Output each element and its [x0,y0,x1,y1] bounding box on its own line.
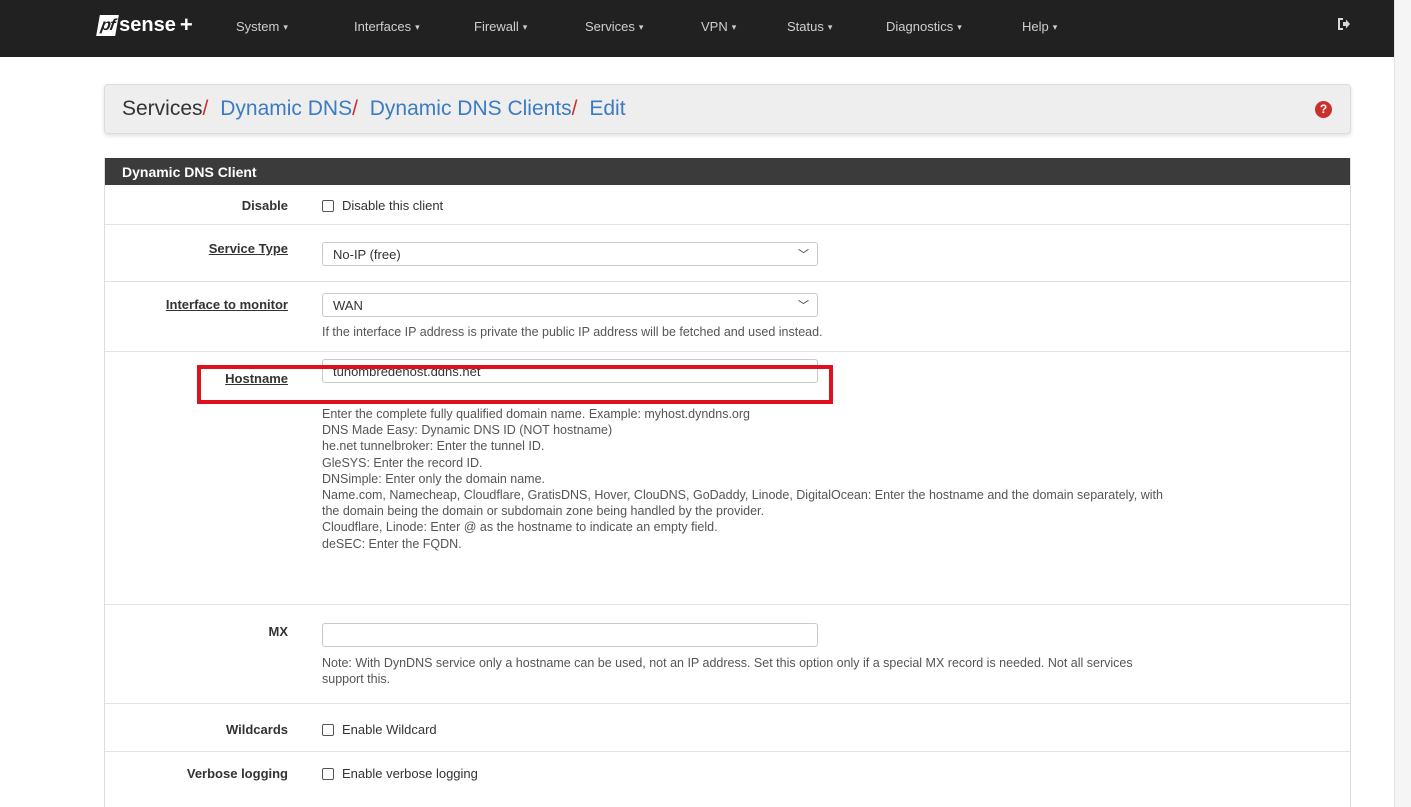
breadcrumb-separator: / [202,97,209,120]
dynamic-dns-client-panel: Dynamic DNS Client Disable Disable this … [104,158,1351,807]
caret-down-icon: ▾ [522,22,528,32]
breadcrumb-dynamic-dns-clients[interactable]: Dynamic DNS Clients [370,97,572,120]
disable-label: Disable [241,198,288,213]
hostname-highlight-box [197,365,833,404]
logo-pf: pf [96,14,119,36]
interface-value: WAN [333,298,363,313]
nav-menu-firewall[interactable]: Firewall ▾ [474,19,527,34]
breadcrumb-bar: Services/ Dynamic DNS/ Dynamic DNS Clien… [104,84,1351,134]
interface-help: If the interface IP address is private t… [322,325,823,339]
help-icon[interactable]: ? [1315,101,1332,118]
page-scrollbar[interactable] [1394,0,1411,807]
caret-down-icon: ▾ [731,22,737,32]
verbose-checkbox-label: Enable verbose logging [342,766,478,781]
nav-menu-label: Diagnostics [886,19,954,34]
chevron-down-icon: ﹀ [798,249,809,261]
breadcrumb-separator: / [571,97,578,120]
help-line: DNSimple: Enter only the domain name. [322,471,546,486]
breadcrumb: Services/ Dynamic DNS/ Dynamic DNS Clien… [122,97,626,121]
interface-select[interactable]: WAN ﹀ [322,293,818,317]
nav-menu-status[interactable]: Status ▾ [787,19,832,34]
wildcards-row: Wildcards Enable Wildcard [105,704,1350,752]
help-line: Name.com, Namecheap, Cloudflare, GratisD… [322,488,1163,503]
nav-menu-label: VPN [701,19,728,34]
nav-menu-label: Interfaces [354,19,412,34]
chevron-down-icon: ﹀ [798,300,809,312]
help-line: the domain being the domain or subdomain… [322,504,764,519]
checkbox-box[interactable] [322,767,334,780]
mx-label: MX [268,624,289,639]
help-line: DNS Made Easy: Dynamic DNS ID (NOT hostn… [322,423,613,438]
service-type-row: Service Type No-IP (free) ﹀ [105,225,1350,282]
caret-down-icon: ▾ [283,22,288,32]
service-type-select[interactable]: No-IP (free) ﹀ [322,242,818,266]
nav-menu-label: Help [1022,19,1049,34]
checkbox-box[interactable] [322,723,334,736]
verbose-checkbox[interactable]: Enable verbose logging [322,766,478,781]
disable-row: Disable Disable this client [105,185,1350,225]
help-line: deSEC: Enter the FQDN. [322,536,462,551]
verbose-label: Verbose logging [186,766,288,781]
help-line: Cloudflare, Linode: Enter @ as the hostn… [322,520,718,535]
breadcrumb-edit[interactable]: Edit [589,97,625,120]
help-line: Enter the complete fully qualified domai… [322,407,751,421]
caret-down-icon: ▾ [1052,22,1058,32]
nav-menu-label: Firewall [474,19,519,34]
nav-menu-label: System [236,19,280,34]
breadcrumb-services: Services [122,97,203,120]
caret-down-icon: ▾ [827,22,833,32]
help-line: support this. [322,672,391,687]
caret-down-icon: ▾ [638,22,644,32]
help-line: Note: With DynDNS service only a hostnam… [322,656,1133,670]
logo-plus: + [179,12,193,37]
mx-help: Note: With DynDNS service only a hostnam… [322,655,1133,687]
nav-menu-services[interactable]: Services ▾ [585,19,643,34]
logo-sense: sense [119,13,176,36]
disable-checkbox-label: Disable this client [342,198,444,213]
interface-row: Interface to monitor WAN ﹀ If the interf… [105,282,1350,352]
top-navbar: pf sense + System ▾ Interfaces ▾ Firewall ▾… [0,0,1394,57]
breadcrumb-separator: / [352,97,358,120]
mx-input[interactable] [322,623,818,647]
panel-heading: Dynamic DNS Client [105,158,1350,185]
nav-menu-diagnostics[interactable]: Diagnostics ▾ [886,19,962,34]
disable-checkbox[interactable]: Disable this client [322,198,443,213]
nav-menu-help[interactable]: Help ▾ [1022,19,1057,34]
wildcards-checkbox[interactable]: Enable Wildcard [322,722,437,737]
nav-menu-vpn[interactable]: VPN ▾ [701,19,736,34]
nav-menu-system[interactable]: System ▾ [236,19,288,34]
sign-out-icon[interactable] [1337,17,1351,35]
nav-menu-interfaces[interactable]: Interfaces ▾ [354,19,420,34]
service-type-label[interactable]: Service Type [209,241,288,256]
interface-label[interactable]: Interface to monitor [166,297,288,312]
nav-menu-label: Status [787,19,824,34]
pfsense-logo[interactable]: pf sense + [96,11,193,39]
help-line: GleSYS: Enter the record ID. [322,455,483,470]
checkbox-box[interactable] [322,199,334,212]
caret-down-icon: ▾ [957,22,962,32]
hostname-help: Enter the complete fully qualified domai… [322,406,1163,552]
nav-menu-label: Services [585,19,635,34]
service-type-value: No-IP (free) [333,247,401,262]
wildcards-label: Wildcards [225,722,288,737]
help-line: he.net tunnelbroker: Enter the tunnel ID… [322,439,545,454]
wildcards-checkbox-label: Enable Wildcard [342,722,437,737]
caret-down-icon: ▾ [415,22,420,32]
breadcrumb-dynamic-dns[interactable]: Dynamic DNS [220,97,352,120]
mx-row: MX Note: With DynDNS service only a host… [105,605,1350,704]
verbose-row: Verbose logging Enable verbose logging [105,752,1350,807]
